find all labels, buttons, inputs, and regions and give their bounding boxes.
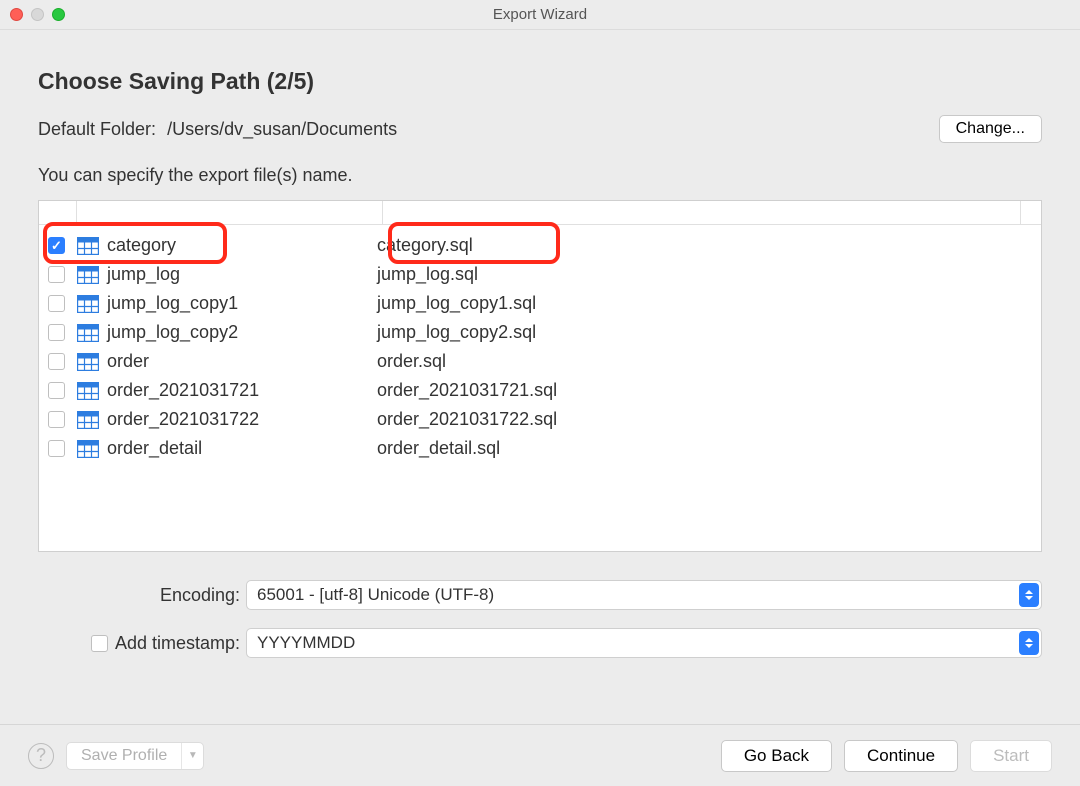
table-row[interactable]: order_2021031721order_2021031721.sql bbox=[39, 376, 1041, 405]
table-header bbox=[39, 201, 1041, 225]
table-name: jump_log_copy2 bbox=[107, 322, 369, 343]
table-row[interactable]: jump_log_copy1jump_log_copy1.sql bbox=[39, 289, 1041, 318]
wizard-footer: ? Save Profile ▼ Go Back Continue Start bbox=[0, 724, 1080, 786]
chevron-down-icon[interactable]: ▼ bbox=[181, 743, 203, 769]
file-name[interactable]: jump_log_copy2.sql bbox=[369, 322, 536, 343]
timestamp-select[interactable]: YYYYMMDD bbox=[246, 628, 1042, 658]
table-name: jump_log_copy1 bbox=[107, 293, 369, 314]
table-row[interactable]: categorycategory.sql bbox=[39, 231, 1041, 260]
table-name: order_detail bbox=[107, 438, 369, 459]
row-checkbox[interactable] bbox=[48, 295, 65, 312]
timestamp-label: Add timestamp: bbox=[115, 633, 240, 654]
table-icon bbox=[77, 411, 99, 429]
file-name[interactable]: jump_log_copy1.sql bbox=[369, 293, 536, 314]
table-name: jump_log bbox=[107, 264, 369, 285]
window-title: Export Wizard bbox=[0, 6, 1080, 23]
encoding-label: Encoding: bbox=[38, 585, 246, 606]
encoding-value: 65001 - [utf-8] Unicode (UTF-8) bbox=[257, 585, 494, 605]
table-icon bbox=[77, 353, 99, 371]
options-form: Encoding: 65001 - [utf-8] Unicode (UTF-8… bbox=[38, 580, 1042, 658]
table-row[interactable]: jump_logjump_log.sql bbox=[39, 260, 1041, 289]
wizard-content: Choose Saving Path (2/5) Default Folder:… bbox=[0, 30, 1080, 658]
timestamp-row: Add timestamp: YYYYMMDD bbox=[38, 628, 1042, 658]
file-name[interactable]: order_2021031722.sql bbox=[369, 409, 557, 430]
row-checkbox[interactable] bbox=[48, 353, 65, 370]
table-icon bbox=[77, 324, 99, 342]
table-name: order_2021031722 bbox=[107, 409, 369, 430]
row-checkbox[interactable] bbox=[48, 440, 65, 457]
table-name: order_2021031721 bbox=[107, 380, 369, 401]
wizard-heading: Choose Saving Path (2/5) bbox=[38, 68, 1042, 95]
default-folder-row: Default Folder: /Users/dv_susan/Document… bbox=[38, 115, 1042, 143]
continue-button[interactable]: Continue bbox=[844, 740, 958, 772]
table-row[interactable]: jump_log_copy2jump_log_copy2.sql bbox=[39, 318, 1041, 347]
file-name[interactable]: order_detail.sql bbox=[369, 438, 500, 459]
table-icon bbox=[77, 237, 99, 255]
table-icon bbox=[77, 382, 99, 400]
encoding-row: Encoding: 65001 - [utf-8] Unicode (UTF-8… bbox=[38, 580, 1042, 610]
table-name: category bbox=[107, 235, 369, 256]
row-checkbox[interactable] bbox=[48, 324, 65, 341]
instruction-text: You can specify the export file(s) name. bbox=[38, 165, 1042, 186]
timestamp-value: YYYYMMDD bbox=[257, 633, 355, 653]
file-name[interactable]: category.sql bbox=[369, 235, 473, 256]
file-name[interactable]: order_2021031721.sql bbox=[369, 380, 557, 401]
table-row[interactable]: order_detailorder_detail.sql bbox=[39, 434, 1041, 463]
file-name[interactable]: order.sql bbox=[369, 351, 446, 372]
titlebar: Export Wizard bbox=[0, 0, 1080, 30]
change-folder-button[interactable]: Change... bbox=[939, 115, 1042, 143]
default-folder-text: Default Folder: /Users/dv_susan/Document… bbox=[38, 119, 397, 140]
table-row[interactable]: orderorder.sql bbox=[39, 347, 1041, 376]
table-name: order bbox=[107, 351, 369, 372]
start-button: Start bbox=[970, 740, 1052, 772]
table-icon bbox=[77, 295, 99, 313]
save-profile-button[interactable]: Save Profile ▼ bbox=[66, 742, 204, 770]
row-checkbox[interactable] bbox=[48, 382, 65, 399]
add-timestamp-checkbox[interactable] bbox=[91, 635, 108, 652]
export-tables-list: categorycategory.sqljump_logjump_log.sql… bbox=[38, 200, 1042, 552]
row-checkbox[interactable] bbox=[48, 411, 65, 428]
table-icon bbox=[77, 440, 99, 458]
encoding-select[interactable]: 65001 - [utf-8] Unicode (UTF-8) bbox=[246, 580, 1042, 610]
chevron-updown-icon bbox=[1019, 631, 1039, 655]
default-folder-path: /Users/dv_susan/Documents bbox=[167, 119, 397, 139]
help-button[interactable]: ? bbox=[28, 743, 54, 769]
file-name[interactable]: jump_log.sql bbox=[369, 264, 478, 285]
default-folder-label: Default Folder: bbox=[38, 119, 156, 139]
chevron-updown-icon bbox=[1019, 583, 1039, 607]
go-back-button[interactable]: Go Back bbox=[721, 740, 832, 772]
save-profile-label: Save Profile bbox=[67, 743, 181, 769]
table-row[interactable]: order_2021031722order_2021031722.sql bbox=[39, 405, 1041, 434]
row-checkbox[interactable] bbox=[48, 237, 65, 254]
row-checkbox[interactable] bbox=[48, 266, 65, 283]
table-icon bbox=[77, 266, 99, 284]
